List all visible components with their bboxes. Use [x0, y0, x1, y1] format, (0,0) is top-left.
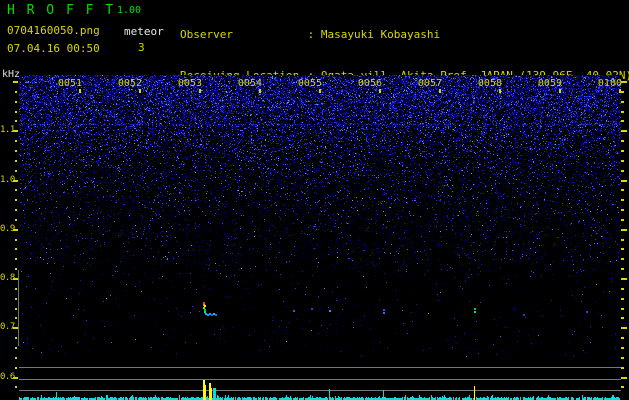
freq-tick-label: 0.7 [0, 322, 15, 332]
time-tick [319, 89, 321, 93]
freq-major-tick-right [621, 229, 627, 231]
freq-minor-tick-right [621, 160, 624, 162]
freq-minor-tick-right [621, 268, 624, 270]
spectrogram-canvas [19, 75, 621, 358]
freq-minor-tick-left [15, 357, 17, 359]
freq-minor-tick-left [15, 288, 17, 290]
freq-minor-tick-left [15, 386, 17, 388]
freq-minor-tick-left [15, 337, 17, 339]
time-tick-label: 0051 [57, 78, 82, 89]
freq-minor-tick-left [15, 317, 17, 319]
freq-minor-tick-right [621, 347, 624, 349]
time-tick [139, 89, 141, 93]
freq-minor-tick-left [15, 248, 17, 250]
freq-major-tick-left [13, 81, 18, 83]
freq-major-tick-right [621, 130, 627, 132]
left-edge-artifact [18, 270, 19, 346]
time-tick-label: 0100 [597, 78, 622, 89]
freq-major-tick-right [621, 278, 627, 280]
freq-minor-tick-right [621, 120, 624, 122]
time-tick-label: 0056 [357, 78, 382, 89]
freq-minor-tick-left [15, 367, 17, 369]
time-tick-label: 0053 [177, 78, 202, 89]
freq-minor-tick-right [621, 140, 624, 142]
freq-minor-tick-left [15, 120, 17, 122]
freq-minor-tick-right [621, 298, 624, 300]
freq-minor-tick-right [621, 189, 624, 191]
freq-minor-tick-right [621, 199, 624, 201]
freq-minor-tick-right [621, 170, 624, 172]
freq-major-tick-right [621, 377, 627, 379]
freq-minor-tick-right [621, 219, 624, 221]
freq-minor-tick-right [621, 111, 624, 113]
time-tick-label: 0052 [117, 78, 142, 89]
output-filename: 0704160050.png [7, 24, 100, 37]
time-tick [559, 89, 561, 93]
freq-major-tick-right [621, 81, 627, 83]
freq-minor-tick-left [15, 140, 17, 142]
freq-minor-tick-right [621, 367, 624, 369]
freq-minor-tick-right [621, 248, 624, 250]
freq-minor-tick-left [15, 91, 17, 93]
freq-minor-tick-right [621, 357, 624, 359]
freq-minor-tick-right [621, 288, 624, 290]
freq-minor-tick-right [621, 91, 624, 93]
time-tick-label: 0059 [537, 78, 562, 89]
freq-tick-label: 1.0 [0, 175, 15, 185]
freq-minor-tick-right [621, 101, 624, 103]
time-tick-label: 0057 [417, 78, 442, 89]
freq-minor-tick-right [621, 239, 624, 241]
freq-minor-tick-right [621, 209, 624, 211]
freq-minor-tick-left [15, 199, 17, 201]
hrofft-output-screen: H R O F F T 1.00 0704160050.png meteor 0… [0, 0, 629, 400]
meteor-count-value: 3 [138, 41, 145, 54]
freq-minor-tick-left [15, 239, 17, 241]
time-tick-label: 0055 [297, 78, 322, 89]
time-tick-label: 0054 [237, 78, 262, 89]
freq-minor-tick-left [15, 268, 17, 270]
freq-minor-tick-right [621, 386, 624, 388]
freq-minor-tick-left [15, 219, 17, 221]
freq-minor-tick-left [15, 111, 17, 113]
level-graph-canvas [19, 360, 621, 400]
info-row-observer: Observer : Masayuki Kobayashi [180, 28, 629, 42]
freq-minor-tick-left [15, 258, 17, 260]
freq-minor-tick-left [15, 347, 17, 349]
freq-minor-tick-right [621, 258, 624, 260]
app-title: H R O F F T [7, 3, 116, 18]
freq-minor-tick-left [15, 101, 17, 103]
freq-minor-tick-left [15, 170, 17, 172]
time-tick [199, 89, 201, 93]
freq-minor-tick-left [15, 308, 17, 310]
info-label: Observer [180, 28, 233, 42]
freq-tick-label: 0.9 [0, 224, 15, 234]
freq-tick-label: 0.8 [0, 273, 15, 283]
freq-unit-label: kHz [2, 69, 21, 80]
time-tick [439, 89, 441, 93]
freq-minor-tick-left [15, 160, 17, 162]
observation-mode-label: meteor [124, 25, 164, 38]
app-version: 1.00 [117, 5, 142, 16]
freq-minor-tick-left [15, 150, 17, 152]
freq-minor-tick-left [15, 298, 17, 300]
freq-minor-tick-right [621, 150, 624, 152]
freq-minor-tick-right [621, 317, 624, 319]
info-separator: : [301, 28, 321, 42]
freq-minor-tick-left [15, 189, 17, 191]
freq-minor-tick-left [15, 209, 17, 211]
time-tick [499, 89, 501, 93]
time-tick [379, 89, 381, 93]
observation-datetime: 07.04.16 00:50 [7, 42, 100, 55]
time-tick [259, 89, 261, 93]
time-tick-label: 0058 [477, 78, 502, 89]
freq-tick-label: 0.6 [0, 372, 15, 382]
time-tick [79, 89, 81, 93]
freq-major-tick-right [621, 327, 627, 329]
freq-major-tick-right [621, 180, 627, 182]
freq-minor-tick-right [621, 308, 624, 310]
freq-minor-tick-right [621, 337, 624, 339]
info-value: Masayuki Kobayashi [320, 28, 441, 42]
freq-tick-label: 1.1 [0, 125, 15, 135]
